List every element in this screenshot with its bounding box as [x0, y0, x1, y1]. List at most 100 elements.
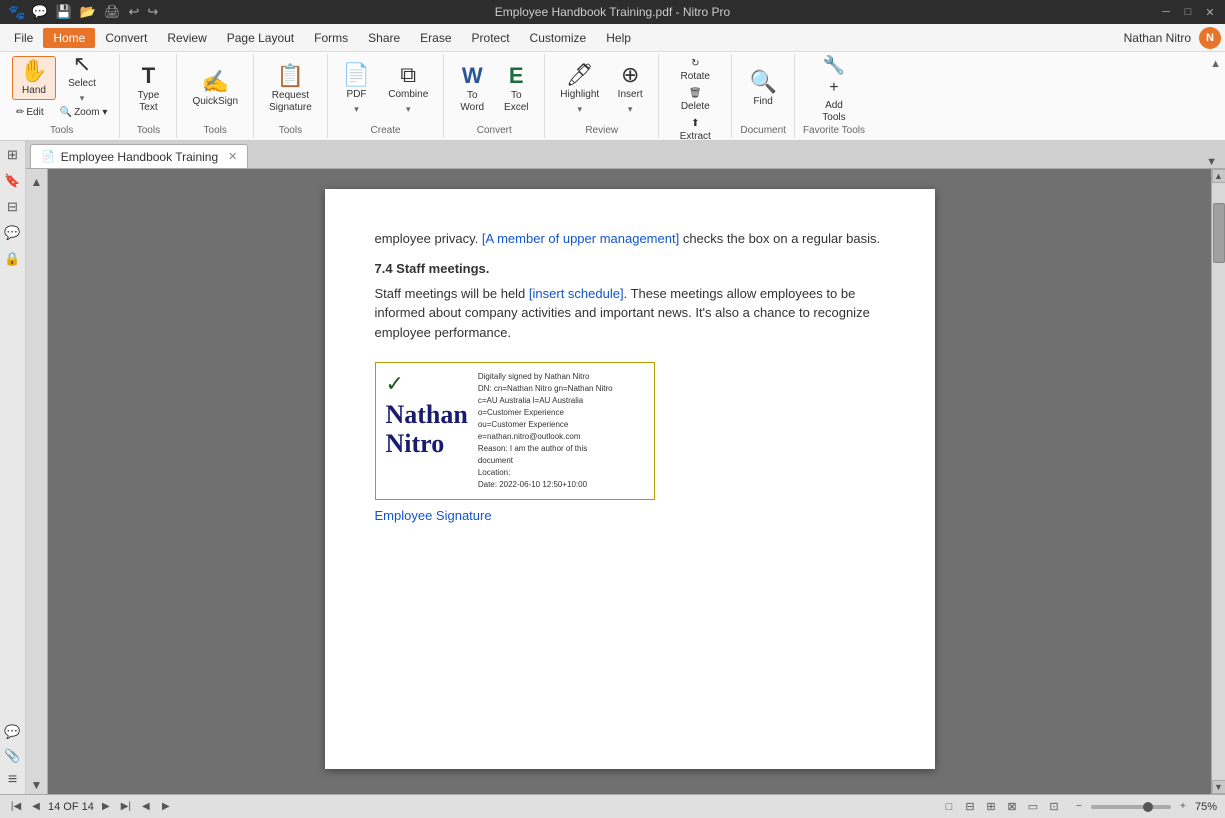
minimize-button[interactable]: ─	[1159, 5, 1173, 19]
ribbon-collapse-area: ▲	[1210, 54, 1221, 138]
annotations-panel-icon[interactable]: 💬	[3, 223, 23, 243]
ribbon: ✋ Hand ↖ Select ▾ ✏ Edit 🔍	[0, 52, 1225, 141]
menu-file[interactable]: File	[4, 28, 43, 48]
menu-help[interactable]: Help	[596, 28, 641, 48]
delete-icon: 🗑	[689, 88, 702, 99]
type-text-button[interactable]: T TypeText	[128, 58, 168, 122]
quicksign-button[interactable]: ✍ QuickSign	[185, 58, 245, 122]
save-icon[interactable]: 💾	[56, 4, 72, 20]
maximize-button[interactable]: □	[1181, 5, 1195, 19]
extract-button[interactable]: ⬆ Extract	[674, 116, 717, 144]
to-word-button[interactable]: W ToWord	[452, 58, 492, 122]
menu-review[interactable]: Review	[157, 28, 216, 48]
quicksign-icon: ✍	[202, 71, 229, 93]
ribbon-group-convert: W ToWord E ToExcel Convert	[444, 54, 545, 138]
side-scroll-down-icon[interactable]: ▼	[28, 776, 46, 794]
two-page-cont-button[interactable]: ⊠	[1003, 799, 1021, 815]
zoom-button[interactable]: 🔍 Zoom ▾	[56, 106, 112, 119]
scroll-down-button[interactable]: ▼	[1212, 780, 1225, 794]
undo-icon[interactable]: ↩	[129, 4, 140, 20]
hand-button[interactable]: ✋ Hand	[12, 56, 56, 100]
add-tools-button[interactable]: 🔧 + AddTools	[814, 58, 854, 122]
single-page-view-button[interactable]: □	[940, 799, 958, 815]
doc-tab[interactable]: 📄 Employee Handbook Training ✕	[30, 144, 248, 168]
user-avatar[interactable]: N	[1199, 27, 1221, 49]
menu-forms[interactable]: Forms	[304, 28, 358, 48]
menu-customize[interactable]: Customize	[520, 28, 597, 48]
menu-pagelayout[interactable]: Page Layout	[217, 28, 304, 48]
right-scrollbar[interactable]: ▲ ▼	[1211, 169, 1225, 794]
to-excel-button[interactable]: E ToExcel	[496, 58, 536, 122]
comment-icon[interactable]: 💬	[3, 722, 23, 742]
excel-icon: E	[509, 65, 524, 87]
prev-view-button[interactable]: ◀	[138, 799, 154, 815]
ribbon-group-request: 📋 RequestSignature Tools	[254, 54, 328, 138]
next-view-button[interactable]: ▶	[158, 799, 174, 815]
next-page-button[interactable]: ▶	[98, 799, 114, 815]
zoom-out-button[interactable]: −	[1071, 799, 1087, 815]
edit-button[interactable]: ✏ Edit	[12, 106, 48, 119]
attach-icon[interactable]: 📎	[3, 746, 23, 766]
sig-info-line-6: e=nathan.nitro@outlook.com	[478, 431, 613, 443]
para1-text2: checks the box on a regular basis.	[679, 231, 880, 246]
menu-bar: File Home Convert Review Page Layout For…	[0, 24, 1225, 52]
zoom-slider-thumb[interactable]	[1143, 802, 1153, 812]
zoom-in-button[interactable]: +	[1175, 799, 1191, 815]
menu-protect[interactable]: Protect	[462, 28, 520, 48]
doc-tab-close-button[interactable]: ✕	[228, 150, 237, 163]
security-panel-icon[interactable]: 🔒	[3, 249, 23, 269]
menu-share[interactable]: Share	[358, 28, 410, 48]
bookmarks-panel-icon[interactable]: 🔖	[3, 171, 23, 191]
pdf-button[interactable]: 📄 PDF ▾	[336, 58, 377, 122]
request-signature-button[interactable]: 📋 RequestSignature	[262, 58, 319, 122]
first-page-button[interactable]: |◀	[8, 799, 24, 815]
highlight-label: Highlight	[560, 89, 599, 101]
menu-convert[interactable]: Convert	[95, 28, 157, 48]
delete-label: Delete	[681, 101, 710, 112]
pdf-viewport[interactable]: employee privacy. [A member of upper man…	[48, 169, 1211, 794]
redo-icon[interactable]: ↪	[147, 4, 158, 20]
menu-erase[interactable]: Erase	[410, 28, 461, 48]
zoom-slider[interactable]	[1091, 805, 1171, 809]
last-page-button[interactable]: ▶|	[118, 799, 134, 815]
ribbon-collapse-button[interactable]: ▲	[1210, 58, 1221, 70]
find-icon: 🔍	[749, 71, 776, 93]
reflow-button[interactable]: ⊡	[1045, 799, 1063, 815]
find-label: Find	[753, 96, 772, 108]
zoom-control: − + 75%	[1071, 799, 1217, 815]
continuous-view-button[interactable]: ⊟	[961, 799, 979, 815]
two-page-view-button[interactable]: ⊞	[982, 799, 1000, 815]
sig-checkmark-icon: ✓	[386, 371, 404, 397]
open-icon[interactable]: 📂	[80, 4, 96, 20]
delete-page-button[interactable]: 🗑 Delete	[674, 86, 717, 114]
scrollbar-thumb[interactable]	[1213, 203, 1225, 263]
collapse-panel-button[interactable]: ▼	[1206, 156, 1217, 168]
highlight-button[interactable]: 🖊 Highlight ▾	[553, 58, 606, 122]
review-group-label: Review	[585, 125, 618, 136]
sig-name: NathanNitro	[386, 401, 468, 458]
combine-button[interactable]: ⧉ Combine ▾	[381, 58, 435, 122]
close-button[interactable]: ✕	[1203, 5, 1217, 19]
scroll-up-button[interactable]: ▲	[1212, 169, 1225, 183]
print-icon[interactable]: 🖨	[104, 4, 121, 20]
rotate-button[interactable]: ↻ Rotate	[674, 56, 717, 84]
page-info: 14 OF 14	[48, 801, 94, 813]
pages-panel-icon[interactable]: ⊞	[3, 145, 23, 165]
create-group-label: Create	[371, 125, 401, 136]
thumbnails-panel-icon[interactable]: ⊟	[3, 197, 23, 217]
menu-home[interactable]: Home	[43, 28, 95, 48]
zoom-icon: 🔍	[60, 107, 72, 118]
select-button[interactable]: ↖ Select ▾	[60, 56, 104, 100]
chat-icon[interactable]: 💬	[31, 4, 47, 20]
title-bar-left: 🐾 💬 💾 📂 🖨 ↩ ↪	[8, 4, 158, 21]
insert-button[interactable]: ⊕ Insert ▾	[610, 58, 650, 122]
find-button[interactable]: 🔍 Find	[742, 58, 783, 122]
window-title: Employee Handbook Training.pdf - Nitro P…	[495, 5, 730, 19]
list-icon[interactable]: ≡	[3, 770, 23, 790]
signature-box: ✓ NathanNitro Digitally signed by Nathan…	[375, 362, 655, 500]
fit-width-button[interactable]: ▭	[1024, 799, 1042, 815]
prev-page-button[interactable]: ◀	[28, 799, 44, 815]
quicksign-group-label: Tools	[204, 125, 227, 136]
scrollbar-track[interactable]	[1212, 183, 1225, 780]
side-scroll-up-icon[interactable]: ▲	[28, 173, 46, 191]
